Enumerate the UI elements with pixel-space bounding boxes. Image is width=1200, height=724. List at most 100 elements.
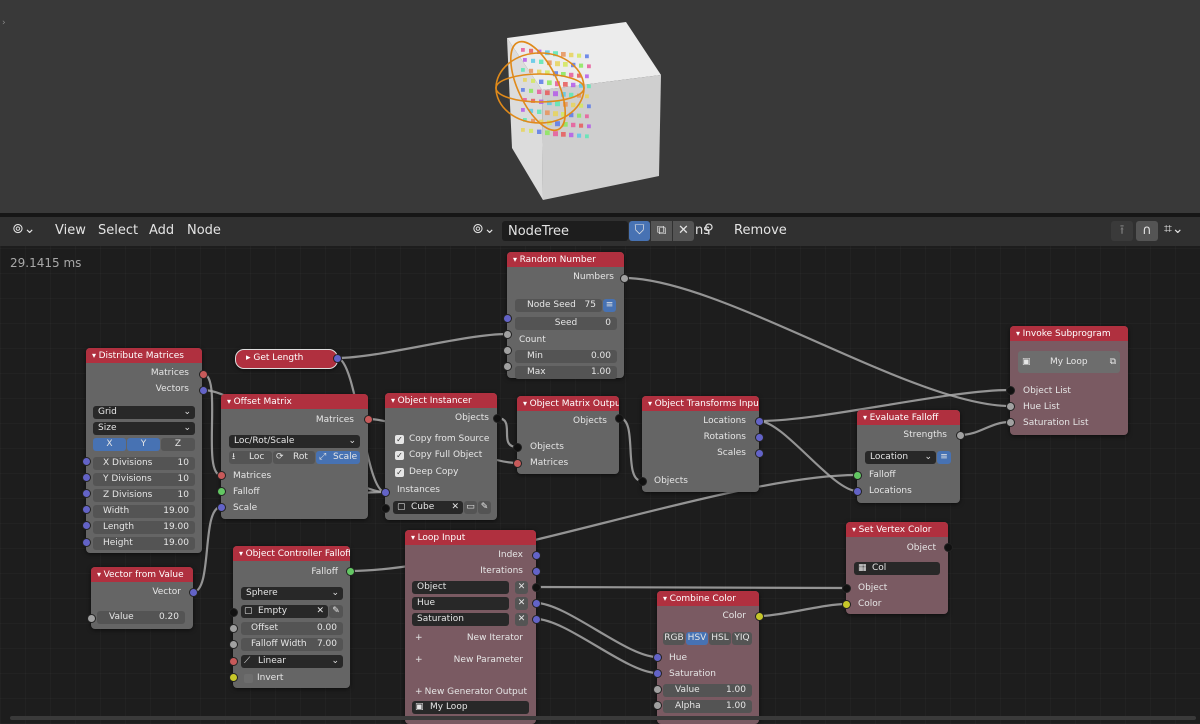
remove-object-param-icon[interactable]: ✕: [515, 581, 528, 594]
interpolation-dropdown[interactable]: ⟋ Linear ⌄: [241, 655, 343, 668]
socket[interactable]: [229, 673, 238, 682]
socket[interactable]: [503, 330, 512, 339]
socket[interactable]: [532, 583, 541, 592]
hue-parameter-field[interactable]: Hue: [412, 597, 509, 610]
copy-from-source-checkbox[interactable]: ✓: [395, 435, 404, 444]
socket[interactable]: [755, 433, 764, 442]
parent-node-tree-icon[interactable]: ⭱: [1111, 221, 1133, 241]
node-combine-color[interactable]: Combine Color Color RGB HSV HSL YIQ Hue …: [657, 591, 759, 724]
mode-dropdown[interactable]: Grid ⌄: [93, 406, 195, 419]
node-offset-matrix[interactable]: Offset Matrix Matrices Loc/Rot/Scale ⌄ ⭳ L…: [221, 394, 368, 519]
side-panel-arrow-icon[interactable]: ›: [2, 18, 6, 28]
node-vector-from-value[interactable]: Vector from Value Vector Value 0.20: [91, 567, 193, 629]
node-object-instancer[interactable]: Object Instancer Objects ✓ Copy from Sou…: [385, 393, 497, 520]
mode-rgb-tab[interactable]: RGB: [663, 632, 685, 645]
remove-button[interactable]: Remove: [734, 223, 787, 238]
socket[interactable]: [82, 505, 91, 514]
y-divisions-field[interactable]: Y Divisions 10: [93, 473, 195, 486]
node-object-matrix-output[interactable]: Object Matrix Outpu Objects Objects Matr…: [517, 396, 619, 474]
offset-field[interactable]: Offset 0.00: [241, 622, 343, 635]
socket[interactable]: [217, 487, 226, 496]
node-object-controller-falloff[interactable]: Object Controller Falloff Falloff Sphere…: [233, 546, 350, 688]
clear-x-icon[interactable]: ✕: [316, 605, 324, 618]
socket[interactable]: [653, 653, 662, 662]
socket[interactable]: [853, 487, 862, 496]
evaluation-mode-dropdown[interactable]: Location ⌄: [865, 451, 936, 464]
copy-full-object-checkbox[interactable]: ✓: [395, 451, 404, 460]
remove-hue-param-icon[interactable]: ✕: [515, 597, 528, 610]
mode-yiq-tab[interactable]: YIQ: [732, 632, 752, 645]
eyedropper-icon[interactable]: ✎: [478, 501, 491, 514]
socket[interactable]: [217, 503, 226, 512]
socket[interactable]: [229, 657, 238, 666]
node-seed-field[interactable]: Node Seed 75: [515, 299, 602, 312]
socket[interactable]: [346, 567, 355, 576]
pin-icon[interactable]: ⚲: [704, 222, 714, 237]
socket[interactable]: [199, 370, 208, 379]
tree-name-field[interactable]: NodeTree: [502, 221, 628, 241]
duplicate-icon[interactable]: ⧉: [651, 221, 672, 241]
socket[interactable]: [82, 538, 91, 547]
menu-select[interactable]: Select: [98, 223, 138, 238]
socket[interactable]: [381, 488, 390, 497]
new-subprogram-icon[interactable]: ⧉: [1110, 351, 1116, 373]
socket[interactable]: [82, 457, 91, 466]
height-field[interactable]: Height 19.00: [93, 537, 195, 550]
unlink-close-icon[interactable]: ✕: [673, 221, 694, 241]
value-field[interactable]: Value 0.20: [97, 611, 185, 624]
socket[interactable]: [842, 584, 851, 593]
source-object-field[interactable]: ▢ Cube ✕: [393, 501, 463, 514]
socket[interactable]: [620, 274, 629, 283]
node-editor-canvas[interactable]: 29.1415 ms Random Number Numbers Node Se…: [0, 246, 1200, 724]
node-evaluate-falloff[interactable]: Evaluate Falloff Strengths Location ⌄ ≡ F…: [857, 410, 960, 503]
socket[interactable]: [755, 612, 764, 621]
node-invoke-subprogram[interactable]: Invoke Subprogram ▣ My Loop ⧉ Object Lis…: [1010, 326, 1128, 435]
value-field[interactable]: Value 1.00: [663, 684, 752, 697]
size-mode-dropdown[interactable]: Size ⌄: [93, 422, 195, 435]
socket[interactable]: [532, 567, 541, 576]
socket[interactable]: [653, 685, 662, 694]
node-tree-type-icon[interactable]: ⊚⌄: [472, 221, 495, 237]
list-toggle-icon[interactable]: ≡: [937, 451, 951, 464]
subprogram-selector[interactable]: ▣ My Loop ⧉: [1018, 351, 1120, 373]
socket[interactable]: [381, 504, 390, 513]
eyedropper-icon[interactable]: ✎: [329, 605, 343, 618]
mode-hsv-tab[interactable]: HSV: [686, 632, 708, 645]
socket[interactable]: [333, 354, 342, 363]
socket[interactable]: [755, 417, 764, 426]
socket[interactable]: [755, 449, 764, 458]
socket[interactable]: [229, 608, 238, 617]
loc-toggle[interactable]: ⭳ Loc: [229, 451, 272, 464]
clear-x-icon[interactable]: ✕: [451, 501, 459, 514]
socket[interactable]: [1006, 418, 1015, 427]
node-distribute-matrices[interactable]: Distribute Matrices Matrices Vectors Gri…: [86, 348, 202, 553]
socket[interactable]: [532, 551, 541, 560]
new-generator-output-button[interactable]: New Generator Output: [425, 685, 527, 699]
socket[interactable]: [532, 599, 541, 608]
socket[interactable]: [842, 600, 851, 609]
object-parameter-field[interactable]: Object: [412, 581, 509, 594]
socket[interactable]: [87, 614, 96, 623]
invert-checkbox[interactable]: [244, 674, 253, 683]
socket[interactable]: [638, 477, 647, 486]
mode-dropdown[interactable]: Loc/Rot/Scale ⌄: [229, 435, 360, 448]
seed-toggle-icon[interactable]: ≡: [603, 299, 616, 312]
rot-toggle[interactable]: ⟳ Rot: [273, 451, 315, 464]
x-divisions-field[interactable]: X Divisions 10: [93, 457, 195, 470]
socket[interactable]: [503, 314, 512, 323]
socket[interactable]: [189, 588, 198, 597]
length-field[interactable]: Length 19.00: [93, 521, 195, 534]
deep-copy-checkbox[interactable]: ✓: [395, 468, 404, 477]
axis-z-toggle[interactable]: Z: [161, 438, 195, 451]
socket[interactable]: [82, 473, 91, 482]
socket[interactable]: [944, 543, 953, 552]
socket[interactable]: [82, 521, 91, 530]
socket[interactable]: [653, 669, 662, 678]
color-layer-field[interactable]: ▦ Col: [854, 562, 940, 575]
menu-add[interactable]: Add: [149, 223, 174, 238]
axis-y-toggle[interactable]: Y: [127, 438, 160, 451]
socket[interactable]: [1006, 402, 1015, 411]
menu-view[interactable]: View: [55, 223, 86, 238]
socket[interactable]: [513, 443, 522, 452]
socket[interactable]: [229, 640, 238, 649]
